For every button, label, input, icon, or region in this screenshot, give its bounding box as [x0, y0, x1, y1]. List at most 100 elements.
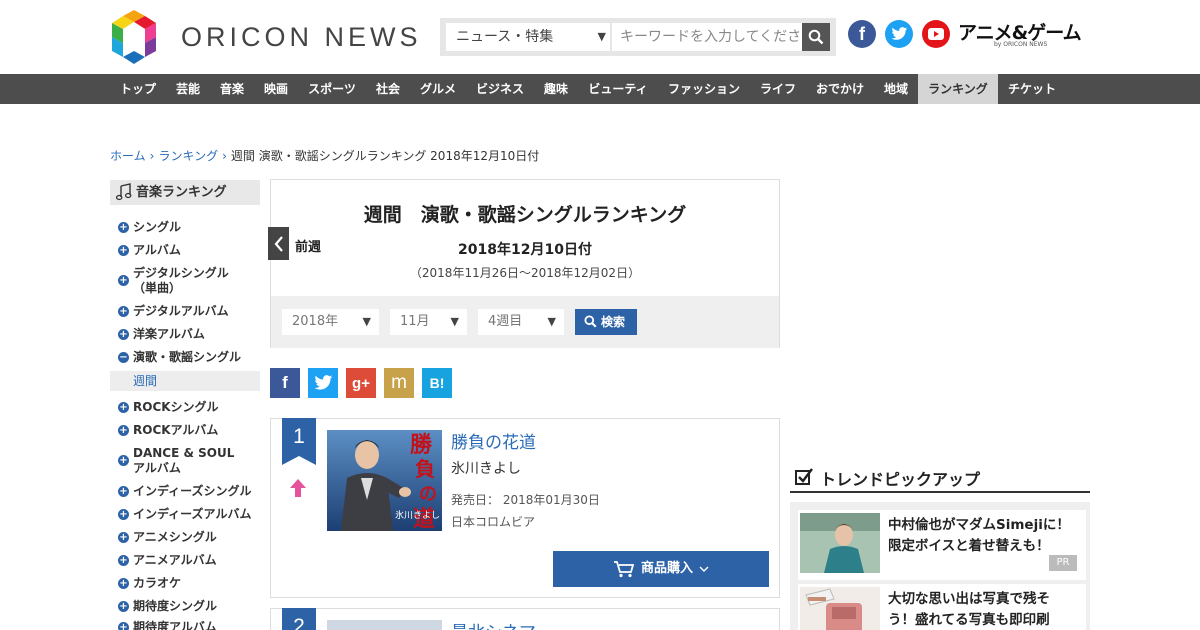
trend-item[interactable]: 大切な思い出は写真で残そ う！盛れてる写真も即印刷 [798, 584, 1086, 630]
nav-item-geino[interactable]: 芸能 [166, 74, 210, 104]
nav-item-odekake[interactable]: おでかけ [806, 74, 874, 104]
nav-item-fashion[interactable]: ファッション [658, 74, 750, 104]
sidebar-item-anime-album[interactable]: + アニメアルバム [118, 553, 217, 568]
trend-item-line1: 中村倫也がマダムSimejiに！ [888, 517, 1070, 533]
chevron-down-icon: ▼ [362, 315, 371, 328]
sidebar-title: 音楽ランキング [110, 180, 260, 205]
trend-item[interactable]: 中村倫也がマダムSimejiに！ 限定ボイスと着せ替えも！ PR [798, 510, 1086, 580]
sidebar-item-label: 期待度アルバム [133, 620, 217, 630]
sidebar-item-single[interactable]: + シングル [118, 220, 181, 235]
search-button[interactable] [802, 23, 830, 51]
song-title-link[interactable]: 勝負の花道 [451, 428, 536, 453]
breadcrumb: ホーム › ランキング › 週間 演歌・歌謡シングルランキング 2018年12月10日付 [110, 147, 539, 164]
sidebar-item-label: カラオケ [133, 576, 182, 590]
sidebar-item-album[interactable]: + アルバム [118, 243, 181, 258]
minus-icon: − [118, 352, 129, 363]
share-facebook-icon[interactable]: f [270, 368, 300, 398]
nav-item-life[interactable]: ライフ [750, 74, 806, 104]
share-hatena-icon[interactable]: B! [422, 368, 452, 398]
ranking-entry: 2 最北シネマ [270, 608, 780, 630]
plus-icon: + [118, 532, 129, 543]
filter-bar: 2018年 ▼ 11月 ▼ 4週目 ▼ 検索 [271, 296, 779, 348]
week-select-value: 4週目 [488, 314, 523, 329]
rank-up-arrow-icon [290, 479, 306, 497]
plus-icon: + [118, 222, 129, 233]
sidebar-item-enka-single[interactable]: − 演歌・歌謡シングル [118, 350, 241, 365]
youtube-icon[interactable] [922, 20, 950, 48]
nav-item-sports[interactable]: スポーツ [298, 74, 366, 104]
twitter-icon[interactable] [885, 20, 913, 48]
sidebar-item-rock-single[interactable]: + ROCKシングル [118, 400, 219, 415]
sidebar-item-expected-album[interactable]: + 期待度アルバム [118, 620, 217, 630]
buy-button[interactable]: 商品購入 [553, 551, 769, 587]
nav-item-beauty[interactable]: ビューティ [578, 74, 658, 104]
trend-item-line2: う！盛れてる写真も即印刷 [888, 612, 1050, 628]
sidebar-item-label: デジタルシングル [133, 266, 229, 280]
nav-item-gourmet[interactable]: グルメ [410, 74, 466, 104]
nav-item-hobby[interactable]: 趣味 [534, 74, 578, 104]
nav-item-society[interactable]: 社会 [366, 74, 410, 104]
search-box: ニュース・特集 ▼ [440, 18, 836, 56]
sidebar-item-label: アニメシングル [133, 530, 217, 544]
year-select-value: 2018年 [292, 314, 339, 329]
sidebar-item-expected-single[interactable]: + 期待度シングル [118, 599, 217, 614]
sidebar-item-indies-album[interactable]: + インディーズアルバム [118, 507, 251, 522]
year-select[interactable]: 2018年 ▼ [282, 309, 379, 335]
nav-item-business[interactable]: ビジネス [466, 74, 534, 104]
chevron-right-icon: › [222, 149, 227, 163]
nav-item-music[interactable]: 音楽 [210, 74, 254, 104]
sidebar-item-digital-single[interactable]: + デジタルシングル （単曲） [118, 266, 229, 296]
trend-item-text: 大切な思い出は写真で残そ う！盛れてる写真も即印刷 [888, 589, 1078, 630]
nav-item-top[interactable]: トップ [110, 74, 166, 104]
plus-icon: + [118, 245, 129, 256]
nav-item-movie[interactable]: 映画 [254, 74, 298, 104]
sidebar-item-anime-single[interactable]: + アニメシングル [118, 530, 217, 545]
ranking-entry: 1 勝 負 の 道 氷川きよし 勝負の花道 氷川きよし 発売日： 2018年01… [270, 418, 780, 598]
facebook-icon[interactable]: f [848, 20, 876, 48]
nav-item-ranking[interactable]: ランキング [918, 74, 998, 104]
logo-text[interactable]: ORICON NEWS [181, 22, 422, 53]
page: ORICON NEWS ニュース・特集 ▼ f アニメ&ゲーム by ORICO… [0, 0, 1200, 630]
sidebar-item-dance-soul-album[interactable]: + DANCE & SOUL アルバム [118, 446, 234, 476]
plus-icon: + [118, 555, 129, 566]
ranking-search-button[interactable]: 検索 [575, 309, 637, 335]
chevron-down-icon: ▼ [597, 30, 606, 43]
jacket-image[interactable] [327, 620, 442, 630]
main-nav: トップ 芸能 音楽 映画 スポーツ 社会 グルメ ビジネス 趣味 ビューティ フ… [0, 74, 1200, 104]
search-category-label: ニュース・特集 [456, 29, 554, 45]
plus-icon: + [118, 275, 129, 286]
share-google-plus-icon[interactable]: g+ [346, 368, 376, 398]
sidebar-item-label: 洋楽アルバム [133, 327, 205, 341]
trend-panel: 中村倫也がマダムSimejiに！ 限定ボイスと着せ替えも！ PR 大切な思い出は写… [790, 502, 1090, 630]
nav-item-region[interactable]: 地域 [874, 74, 918, 104]
breadcrumb-ranking[interactable]: ランキング [158, 149, 218, 163]
site-header: ORICON NEWS ニュース・特集 ▼ f アニメ&ゲーム by ORICO… [0, 0, 1200, 74]
nav-item-ticket[interactable]: チケット [998, 74, 1066, 104]
sidebar-item-western-album[interactable]: + 洋楽アルバム [118, 327, 205, 342]
sidebar-item-label-line2: （単曲） [133, 281, 182, 295]
trend-pickup-label: トレンドピックアップ [820, 470, 981, 489]
sidebar-subitem-weekly[interactable]: 週間 [110, 371, 260, 391]
oricon-logo-icon[interactable] [110, 10, 158, 64]
sidebar-item-indies-single[interactable]: + インディーズシングル [118, 484, 252, 499]
trend-thumbnail [800, 513, 880, 573]
week-select[interactable]: 4週目 ▼ [478, 309, 564, 335]
plus-icon: + [118, 306, 129, 317]
rank-number: 2 [293, 615, 305, 630]
song-title-link[interactable]: 最北シネマ [451, 618, 536, 630]
sidebar-item-label: インディーズアルバム [133, 507, 252, 521]
breadcrumb-home[interactable]: ホーム [110, 149, 146, 163]
month-select[interactable]: 11月 ▼ [390, 309, 467, 335]
share-mixi-icon[interactable]: m [384, 368, 414, 398]
sidebar-item-digital-album[interactable]: + デジタルアルバム [118, 304, 229, 319]
share-twitter-icon[interactable] [308, 368, 338, 398]
search-input[interactable] [612, 23, 802, 51]
jacket-image[interactable]: 勝 負 の 道 氷川きよし [327, 430, 442, 531]
sidebar-item-karaoke[interactable]: + カラオケ [118, 576, 181, 591]
ranking-title: 週間 演歌・歌謡シングルランキング [363, 204, 687, 226]
svg-text:の: の [419, 484, 437, 505]
plus-icon: + [118, 455, 129, 466]
search-category-select[interactable]: ニュース・特集 ▼ [446, 23, 610, 51]
pr-badge: PR [1049, 555, 1077, 571]
sidebar-item-rock-album[interactable]: + ROCKアルバム [118, 423, 218, 438]
